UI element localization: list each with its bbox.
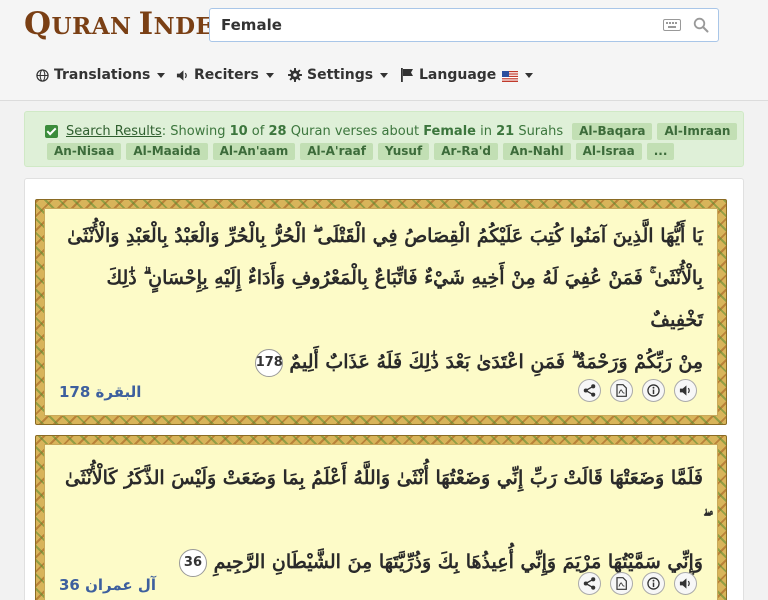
chevron-down-icon: [157, 72, 166, 78]
share-button[interactable]: [578, 379, 601, 402]
results-summary-row: Search Results: Showing 10 of 28 Quran v…: [45, 123, 742, 140]
translations-menu[interactable]: Translations: [36, 62, 166, 88]
surah-chip[interactable]: Al-A'raaf: [300, 143, 373, 160]
surah-chip[interactable]: An-Nahl: [502, 143, 571, 160]
summary-text: in: [475, 124, 497, 139]
shown-count: 10: [229, 124, 248, 139]
surah-chip[interactable]: An-Nisaa: [47, 143, 122, 160]
us-flag-icon: [502, 70, 519, 82]
surah-chip[interactable]: Al-Imraan: [657, 123, 738, 140]
summary-text: : Showing: [161, 124, 230, 139]
ayah-number: 178: [254, 349, 283, 377]
surah-chip[interactable]: Al-Maaida: [126, 143, 208, 160]
verse-line-text: وَإِنِّي سَمَّيْتُهَا مَرْيَمَ وَإِنِّي …: [213, 551, 703, 573]
translations-label: Translations: [54, 67, 151, 83]
reciters-menu[interactable]: Reciters: [176, 62, 274, 88]
gear-icon: [288, 68, 302, 82]
search-results-link[interactable]: Search Results: [66, 124, 162, 139]
summary-text: Quran verses about: [286, 124, 424, 139]
verse-line: فَلَمَّا وَضَعَتْهَا قَالَتْ رَبِّ إِنِّ…: [64, 467, 703, 489]
surah-chip[interactable]: Ar-Ra'd: [434, 143, 498, 160]
info-button[interactable]: [642, 379, 665, 402]
share-icon: [583, 384, 596, 397]
speaker-icon: [176, 69, 187, 81]
pdf-button[interactable]: [610, 572, 633, 595]
globe-icon: [36, 68, 49, 82]
logo-letters-nde: NDE: [153, 13, 214, 40]
summary-text: of: [247, 124, 269, 139]
verse-reference-link[interactable]: البقرة 178: [59, 383, 141, 401]
verse-reference-link[interactable]: آل عمران 36: [59, 576, 156, 594]
more-surahs-chip[interactable]: ...: [646, 143, 675, 160]
keyboard-icon[interactable]: [663, 19, 681, 31]
surah-chip[interactable]: Al-Baqara: [572, 123, 653, 140]
app-header: QURANINDEX Translations Reciters: [0, 0, 768, 101]
search-box[interactable]: [209, 8, 719, 42]
search-keyword: Female: [423, 124, 476, 139]
surah-chip[interactable]: Yusuf: [377, 143, 430, 160]
logo-letters-uran: URAN: [51, 13, 132, 40]
check-icon: [45, 125, 58, 138]
language-label: Language: [419, 67, 497, 83]
results-summary: Search Results: Showing 10 of 28 Quran v…: [66, 124, 563, 139]
verse-card: يَا أَيُّهَا الَّذِينَ آمَنُوا كُتِبَ عَ…: [35, 199, 727, 425]
verse-content: فَلَمَّا وَضَعَتْهَا قَالَتْ رَبِّ إِنِّ…: [44, 444, 718, 600]
verse-actions: [578, 572, 697, 595]
verse-actions: [578, 379, 697, 402]
share-button[interactable]: [578, 572, 601, 595]
verse-card: فَلَمَّا وَضَعَتْهَا قَالَتْ رَبِّ إِنِّ…: [35, 435, 727, 600]
pdf-button[interactable]: [610, 379, 633, 402]
reciters-label: Reciters: [194, 67, 259, 83]
flag-icon: [401, 68, 413, 82]
surah-chip[interactable]: Al-Israa: [575, 143, 642, 160]
settings-label: Settings: [307, 67, 374, 83]
verse-line: بِالْأُنْثَىٰ ۚ فَمَنْ عُفِيَ لَهُ مِنْ …: [106, 267, 704, 331]
search-icon[interactable]: [693, 17, 709, 33]
share-icon: [583, 577, 596, 590]
logo-letter-i: I: [138, 6, 154, 42]
chevron-down-icon: [525, 72, 534, 78]
verse-text: فَلَمَّا وَضَعَتْهَا قَالَتْ رَبِّ إِنِّ…: [63, 457, 703, 583]
language-menu[interactable]: Language: [401, 62, 534, 88]
play-audio-button[interactable]: [674, 379, 697, 402]
pdf-icon: [616, 577, 627, 590]
ayah-number: 36: [178, 549, 207, 577]
surah-chip-row: An-Nisaa Al-Maaida Al-An'aam Al-A'raaf Y…: [47, 143, 679, 160]
surah-chip[interactable]: Al-An'aam: [212, 143, 296, 160]
chevron-down-icon: [380, 72, 389, 78]
total-count: 28: [268, 124, 287, 139]
search-input[interactable]: [210, 9, 650, 41]
surah-count: 21: [496, 124, 515, 139]
verse-content: يَا أَيُّهَا الَّذِينَ آمَنُوا كُتِبَ عَ…: [44, 208, 718, 416]
settings-menu[interactable]: Settings: [288, 62, 389, 88]
info-icon: [647, 577, 660, 590]
summary-text: Surahs: [514, 124, 564, 139]
pdf-icon: [616, 384, 627, 397]
verse-line-text: مِنْ رَبِّكُمْ وَرَحْمَةٌ ۗ فَمَنِ اعْتَ…: [289, 351, 703, 373]
verse-line: مِنْ رَبِّكُمْ وَرَحْمَةٌ ۗ فَمَنِ اعْتَ…: [63, 341, 703, 383]
verse-results-panel: يَا أَيُّهَا الَّذِينَ آمَنُوا كُتِبَ عَ…: [24, 178, 744, 600]
chevron-down-icon: [265, 72, 274, 78]
quran-index-logo[interactable]: QURANINDEX: [24, 6, 235, 42]
info-icon: [647, 384, 660, 397]
verse-text: يَا أَيُّهَا الَّذِينَ آمَنُوا كُتِبَ عَ…: [63, 215, 703, 383]
verse-line: يَا أَيُّهَا الَّذِينَ آمَنُوا كُتِبَ عَ…: [67, 225, 703, 247]
search-results-banner: Search Results: Showing 10 of 28 Quran v…: [24, 111, 744, 167]
play-audio-button[interactable]: [674, 572, 697, 595]
audio-icon: [679, 385, 690, 396]
info-button[interactable]: [642, 572, 665, 595]
audio-icon: [679, 578, 690, 589]
logo-letter-q: Q: [24, 6, 52, 42]
